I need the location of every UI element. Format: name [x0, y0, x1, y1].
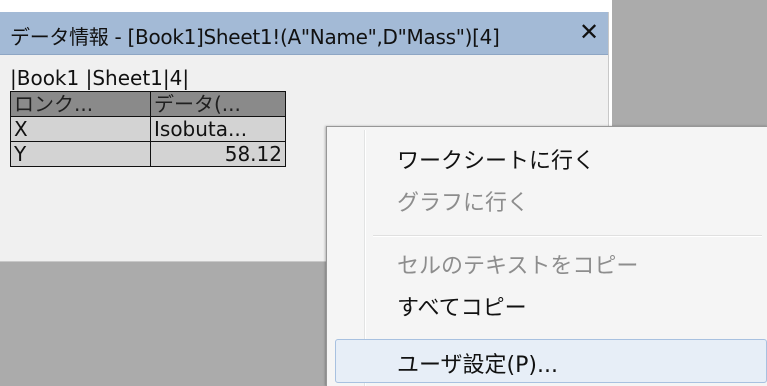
menu-item-go-to-graph[interactable]: グラフに行く	[397, 185, 529, 217]
data-info-table: ロンク... データ(... X Isobuta... Y 58.12	[10, 91, 286, 167]
window-titlebar[interactable]: データ情報 - [Book1]Sheet1!(A"Name",D"Mass")[…	[0, 12, 608, 55]
table-row: Y 58.12	[10, 141, 286, 167]
column-header-longname[interactable]: ロンク...	[10, 91, 151, 117]
data-path-label: |Book1 |Sheet1|4|	[10, 66, 190, 90]
column-header-data[interactable]: データ(...	[150, 91, 286, 117]
close-icon[interactable]: ✕	[575, 17, 603, 47]
menu-separator	[373, 235, 762, 237]
menu-item-copy-all[interactable]: すべてコピー	[397, 290, 527, 322]
table-header-row: ロンク... データ(...	[10, 91, 286, 117]
menu-item-copy-cell-text[interactable]: セルのテキストをコピー	[397, 248, 638, 280]
context-menu: ワークシートに行く グラフに行く セルのテキストをコピー すべてコピー ユーザ設…	[326, 126, 767, 386]
menu-item-go-to-worksheet[interactable]: ワークシートに行く	[397, 143, 595, 175]
table-row: X Isobuta...	[10, 116, 286, 142]
window-title: データ情報 - [Book1]Sheet1!(A"Name",D"Mass")[…	[10, 25, 500, 49]
table-cell[interactable]: Isobuta...	[150, 116, 286, 142]
menu-item-user-settings[interactable]: ユーザ設定(P)...	[397, 347, 558, 379]
table-cell[interactable]: 58.12	[150, 141, 286, 167]
table-cell[interactable]: Y	[10, 141, 151, 167]
table-cell[interactable]: X	[10, 116, 151, 142]
